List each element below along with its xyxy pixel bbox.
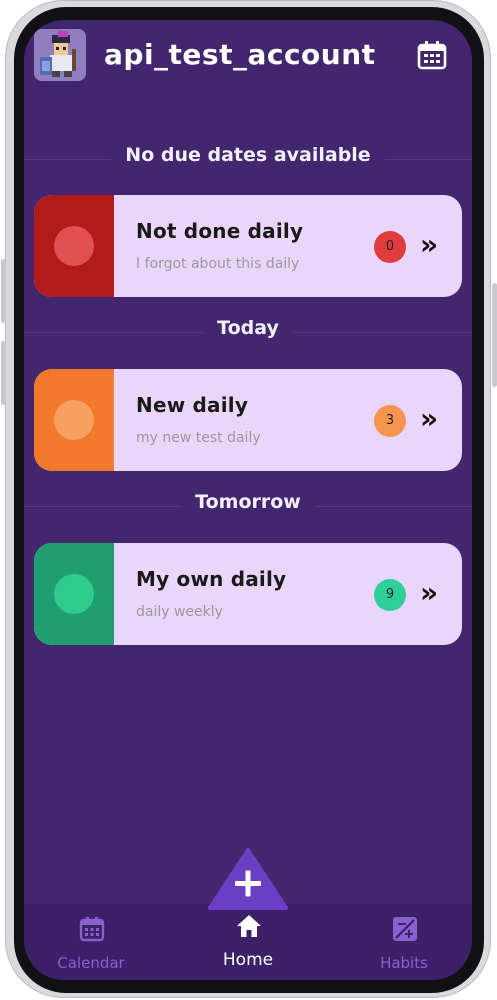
power-button: [492, 283, 497, 387]
section-header: Today: [24, 317, 472, 347]
daily-card[interactable]: New daily my new test daily 3 »: [34, 369, 462, 471]
section-title: No due dates available: [111, 144, 385, 166]
streak-badge: 0: [374, 231, 406, 263]
chevron-right-icon[interactable]: »: [417, 576, 441, 610]
section-header: Tomorrow: [24, 491, 472, 521]
checkbox-circle[interactable]: [54, 400, 94, 440]
side-button: [1, 259, 6, 323]
app-header: api_test_account: [24, 20, 472, 100]
add-habit-button[interactable]: [208, 848, 288, 910]
nav-label: Habits: [380, 954, 428, 972]
section-title: Tomorrow: [181, 491, 315, 513]
chevron-right-icon[interactable]: »: [417, 228, 441, 262]
calendar-icon[interactable]: [416, 39, 448, 71]
daily-card[interactable]: My own daily daily weekly 9 »: [34, 543, 462, 645]
bottom-nav: Calendar Home Habits: [24, 904, 472, 980]
nav-label: Home: [222, 950, 274, 970]
section-header: No due dates available: [24, 144, 472, 174]
section-title: Today: [203, 317, 293, 339]
nav-label: Calendar: [57, 954, 125, 972]
streak-badge: 9: [374, 579, 406, 611]
app-screen: api_test_account No due dates available …: [24, 20, 472, 980]
streak-badge: 3: [374, 405, 406, 437]
daily-card[interactable]: Not done daily I forgot about this daily…: [34, 195, 462, 297]
nav-item-calendar[interactable]: Calendar: [31, 904, 151, 980]
card-subtitle: I forgot about this daily: [136, 256, 300, 272]
side-button: [1, 341, 6, 405]
habits-icon: [393, 917, 417, 941]
card-title: My own daily: [136, 567, 287, 591]
avatar[interactable]: [34, 29, 86, 81]
card-title: New daily: [136, 393, 249, 417]
chevron-right-icon[interactable]: »: [417, 402, 441, 436]
checkbox-circle[interactable]: [54, 574, 94, 614]
nav-item-habits[interactable]: Habits: [344, 904, 464, 980]
calendar-icon: [79, 917, 105, 942]
home-icon: [237, 915, 261, 937]
card-subtitle: my new test daily: [136, 430, 261, 446]
card-subtitle: daily weekly: [136, 604, 223, 620]
avatar-sprite-icon: [34, 29, 86, 81]
card-title: Not done daily: [136, 219, 304, 243]
account-name: api_test_account: [104, 38, 376, 71]
checkbox-circle[interactable]: [54, 226, 94, 266]
nav-item-home[interactable]: Home: [188, 904, 308, 980]
